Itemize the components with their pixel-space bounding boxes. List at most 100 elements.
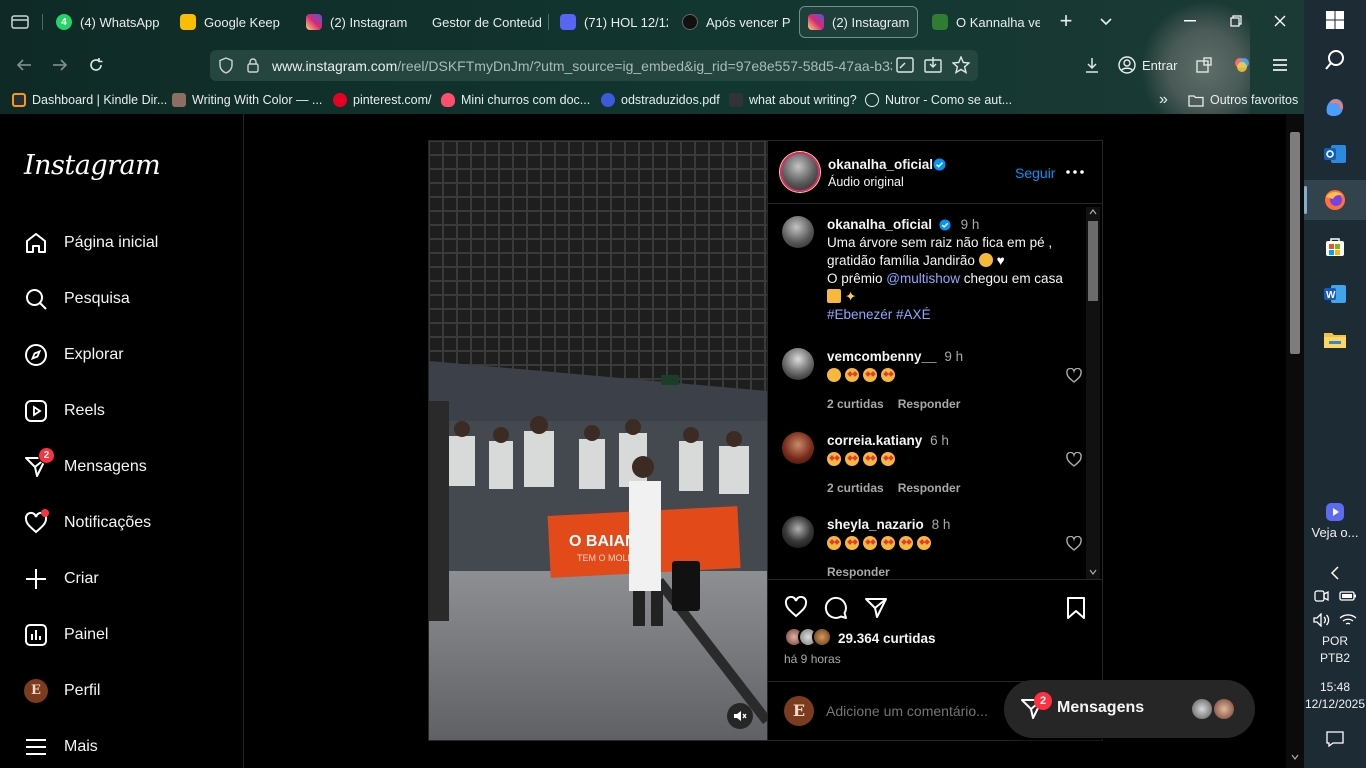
comment-username[interactable]: correia.katiany (827, 433, 922, 448)
search-icon[interactable] (1320, 45, 1350, 75)
meet-now-icon[interactable] (1313, 588, 1329, 604)
reply-button[interactable]: Responder (827, 563, 890, 579)
color-extension-icon[interactable] (1230, 54, 1254, 76)
comment-likes[interactable]: 2 curtidas (827, 479, 884, 497)
author-username[interactable]: okanalha_oficial (828, 157, 933, 172)
volume-icon[interactable] (1313, 613, 1331, 627)
clock-date[interactable]: 12/12/2025 (1304, 697, 1366, 712)
share-icon[interactable] (864, 596, 888, 620)
nav-notifications[interactable]: Notificações (24, 509, 151, 537)
bookmark-item[interactable]: Writing With Color — ... (172, 91, 322, 109)
caption-avatar[interactable] (782, 216, 814, 248)
hashtags[interactable]: #Ebenezér #AXÉ (827, 307, 931, 322)
instagram-logo[interactable]: Instagram (24, 150, 161, 181)
scroll-down-icon[interactable] (1291, 754, 1299, 760)
tab-whatsapp[interactable]: 4 (4) WhatsApp (48, 6, 168, 38)
comment-username[interactable]: vemcombenny__ (827, 349, 937, 364)
like-heart-icon[interactable] (784, 596, 808, 618)
comment-likes[interactable]: 2 curtidas (827, 395, 884, 413)
language-indicator[interactable]: POR (1304, 634, 1366, 649)
url-text[interactable]: www.instagram.com/reel/DSKFTmyDnJm/?utm_… (272, 58, 892, 74)
keyboard-layout[interactable]: PTB2 (1304, 651, 1366, 666)
scroll-up-icon[interactable] (1089, 209, 1097, 215)
signin-button[interactable]: Entrar (1118, 54, 1177, 76)
restore-icon[interactable] (1224, 10, 1248, 32)
bookmark-item[interactable]: pinterest.com/ (333, 91, 432, 109)
save-bookmark-icon[interactable] (1066, 596, 1086, 620)
other-favorites[interactable]: Outros favoritos (1188, 91, 1298, 109)
tab-google-keep[interactable]: Google Keep (172, 6, 290, 38)
firefox-icon[interactable] (1320, 185, 1350, 215)
nav-explore[interactable]: Explorar (24, 341, 124, 369)
comment-avatar[interactable] (782, 432, 814, 464)
show-hidden-icons-chevron[interactable] (1320, 558, 1350, 588)
tab-gestor[interactable]: Gestor de Conteúdo (424, 6, 542, 38)
minimize-icon[interactable] (1178, 10, 1202, 32)
outlook-icon[interactable] (1320, 139, 1350, 169)
nav-messages[interactable]: 2 Mensagens (24, 447, 147, 481)
like-comment-heart-icon[interactable] (1066, 368, 1082, 383)
comments-scrollbar[interactable] (1086, 207, 1100, 579)
page-scrollbar[interactable] (1286, 114, 1304, 768)
clock-time[interactable]: 15:48 (1304, 680, 1366, 695)
follow-button[interactable]: Seguir (1015, 165, 1055, 181)
battery-icon[interactable] (1339, 590, 1357, 602)
audio-label[interactable]: Áudio original (828, 175, 904, 189)
messages-pill[interactable]: 2 Mensagens (1004, 680, 1255, 738)
app-menu-icon[interactable] (1268, 54, 1292, 76)
forward-icon[interactable] (48, 54, 72, 76)
lock-icon[interactable] (246, 57, 260, 73)
new-tab-button[interactable]: + (1054, 8, 1078, 33)
mention-link[interactable]: @multishow (886, 271, 960, 286)
nav-search[interactable]: Pesquisa (24, 285, 130, 313)
bookmark-item[interactable]: odstraduzidos.pdf (601, 91, 720, 109)
microsoft-store-icon[interactable] (1320, 232, 1350, 262)
more-bookmarks-button[interactable]: » (1159, 91, 1168, 109)
tracking-shield-icon[interactable] (218, 57, 234, 74)
close-window-icon[interactable] (1268, 10, 1292, 32)
bookmark-item[interactable]: what about writing? (729, 91, 857, 109)
nav-profile[interactable]: E Perfil (24, 677, 100, 705)
back-icon[interactable] (12, 54, 36, 76)
bookmark-star-icon[interactable] (952, 56, 970, 74)
tab-actions-icon[interactable] (8, 11, 32, 33)
reel-video[interactable]: O BAIANO TEM O MOLHO (429, 141, 767, 740)
tab-list-chevron-icon[interactable] (1094, 11, 1118, 33)
tab-apos-vencer[interactable]: Após vencer Pr (674, 6, 790, 38)
tab-instagram[interactable]: (2) Instagram (298, 6, 416, 38)
comment-username[interactable]: sheyla_nazario (827, 517, 924, 532)
likes-count[interactable]: 29.364 curtidas (838, 631, 936, 646)
nav-reels[interactable]: Reels (24, 397, 105, 425)
author-avatar[interactable] (780, 152, 820, 192)
mute-button[interactable] (727, 703, 753, 729)
reader-view-icon[interactable] (896, 57, 914, 73)
comments-scroll-thumb[interactable] (1088, 221, 1098, 301)
scroll-down-icon[interactable] (1089, 569, 1097, 575)
nav-dashboard[interactable]: Painel (24, 621, 108, 649)
tab-kannalha[interactable]: O Kannalha ven (924, 6, 1040, 38)
extensions-icon[interactable] (1192, 54, 1216, 76)
bookmark-item[interactable]: Dashboard | Kindle Dir... (12, 91, 167, 109)
nav-more[interactable]: Mais (24, 733, 98, 761)
more-options-icon[interactable] (1066, 170, 1084, 174)
reply-button[interactable]: Responder (898, 479, 961, 497)
comment-input[interactable] (826, 701, 1026, 721)
comment-avatar[interactable] (782, 516, 814, 548)
file-explorer-icon[interactable] (1320, 325, 1350, 355)
word-icon[interactable]: W (1320, 279, 1350, 309)
like-comment-heart-icon[interactable] (1066, 452, 1082, 467)
tab-hol[interactable]: (71) HOL 12/12 (552, 6, 668, 38)
widget-label[interactable]: Veja o... (1304, 525, 1366, 540)
copilot-icon[interactable] (1320, 92, 1350, 122)
windows-start-icon[interactable] (1320, 5, 1350, 35)
nav-home[interactable]: Página inicial (24, 229, 158, 257)
address-bar[interactable]: www.instagram.com/reel/DSKFTmyDnJm/?utm_… (210, 50, 978, 81)
downloads-icon[interactable] (1080, 54, 1104, 76)
caption-username[interactable]: okanalha_oficial (827, 217, 932, 232)
page-scroll-thumb[interactable] (1290, 132, 1300, 354)
comment-bubble-icon[interactable] (824, 596, 848, 620)
bookmark-item[interactable]: Nutror - Como se aut... (865, 91, 1012, 109)
notifications-icon[interactable] (1320, 724, 1350, 754)
widget-play-icon[interactable] (1320, 497, 1350, 527)
nav-create[interactable]: Criar (24, 565, 99, 593)
